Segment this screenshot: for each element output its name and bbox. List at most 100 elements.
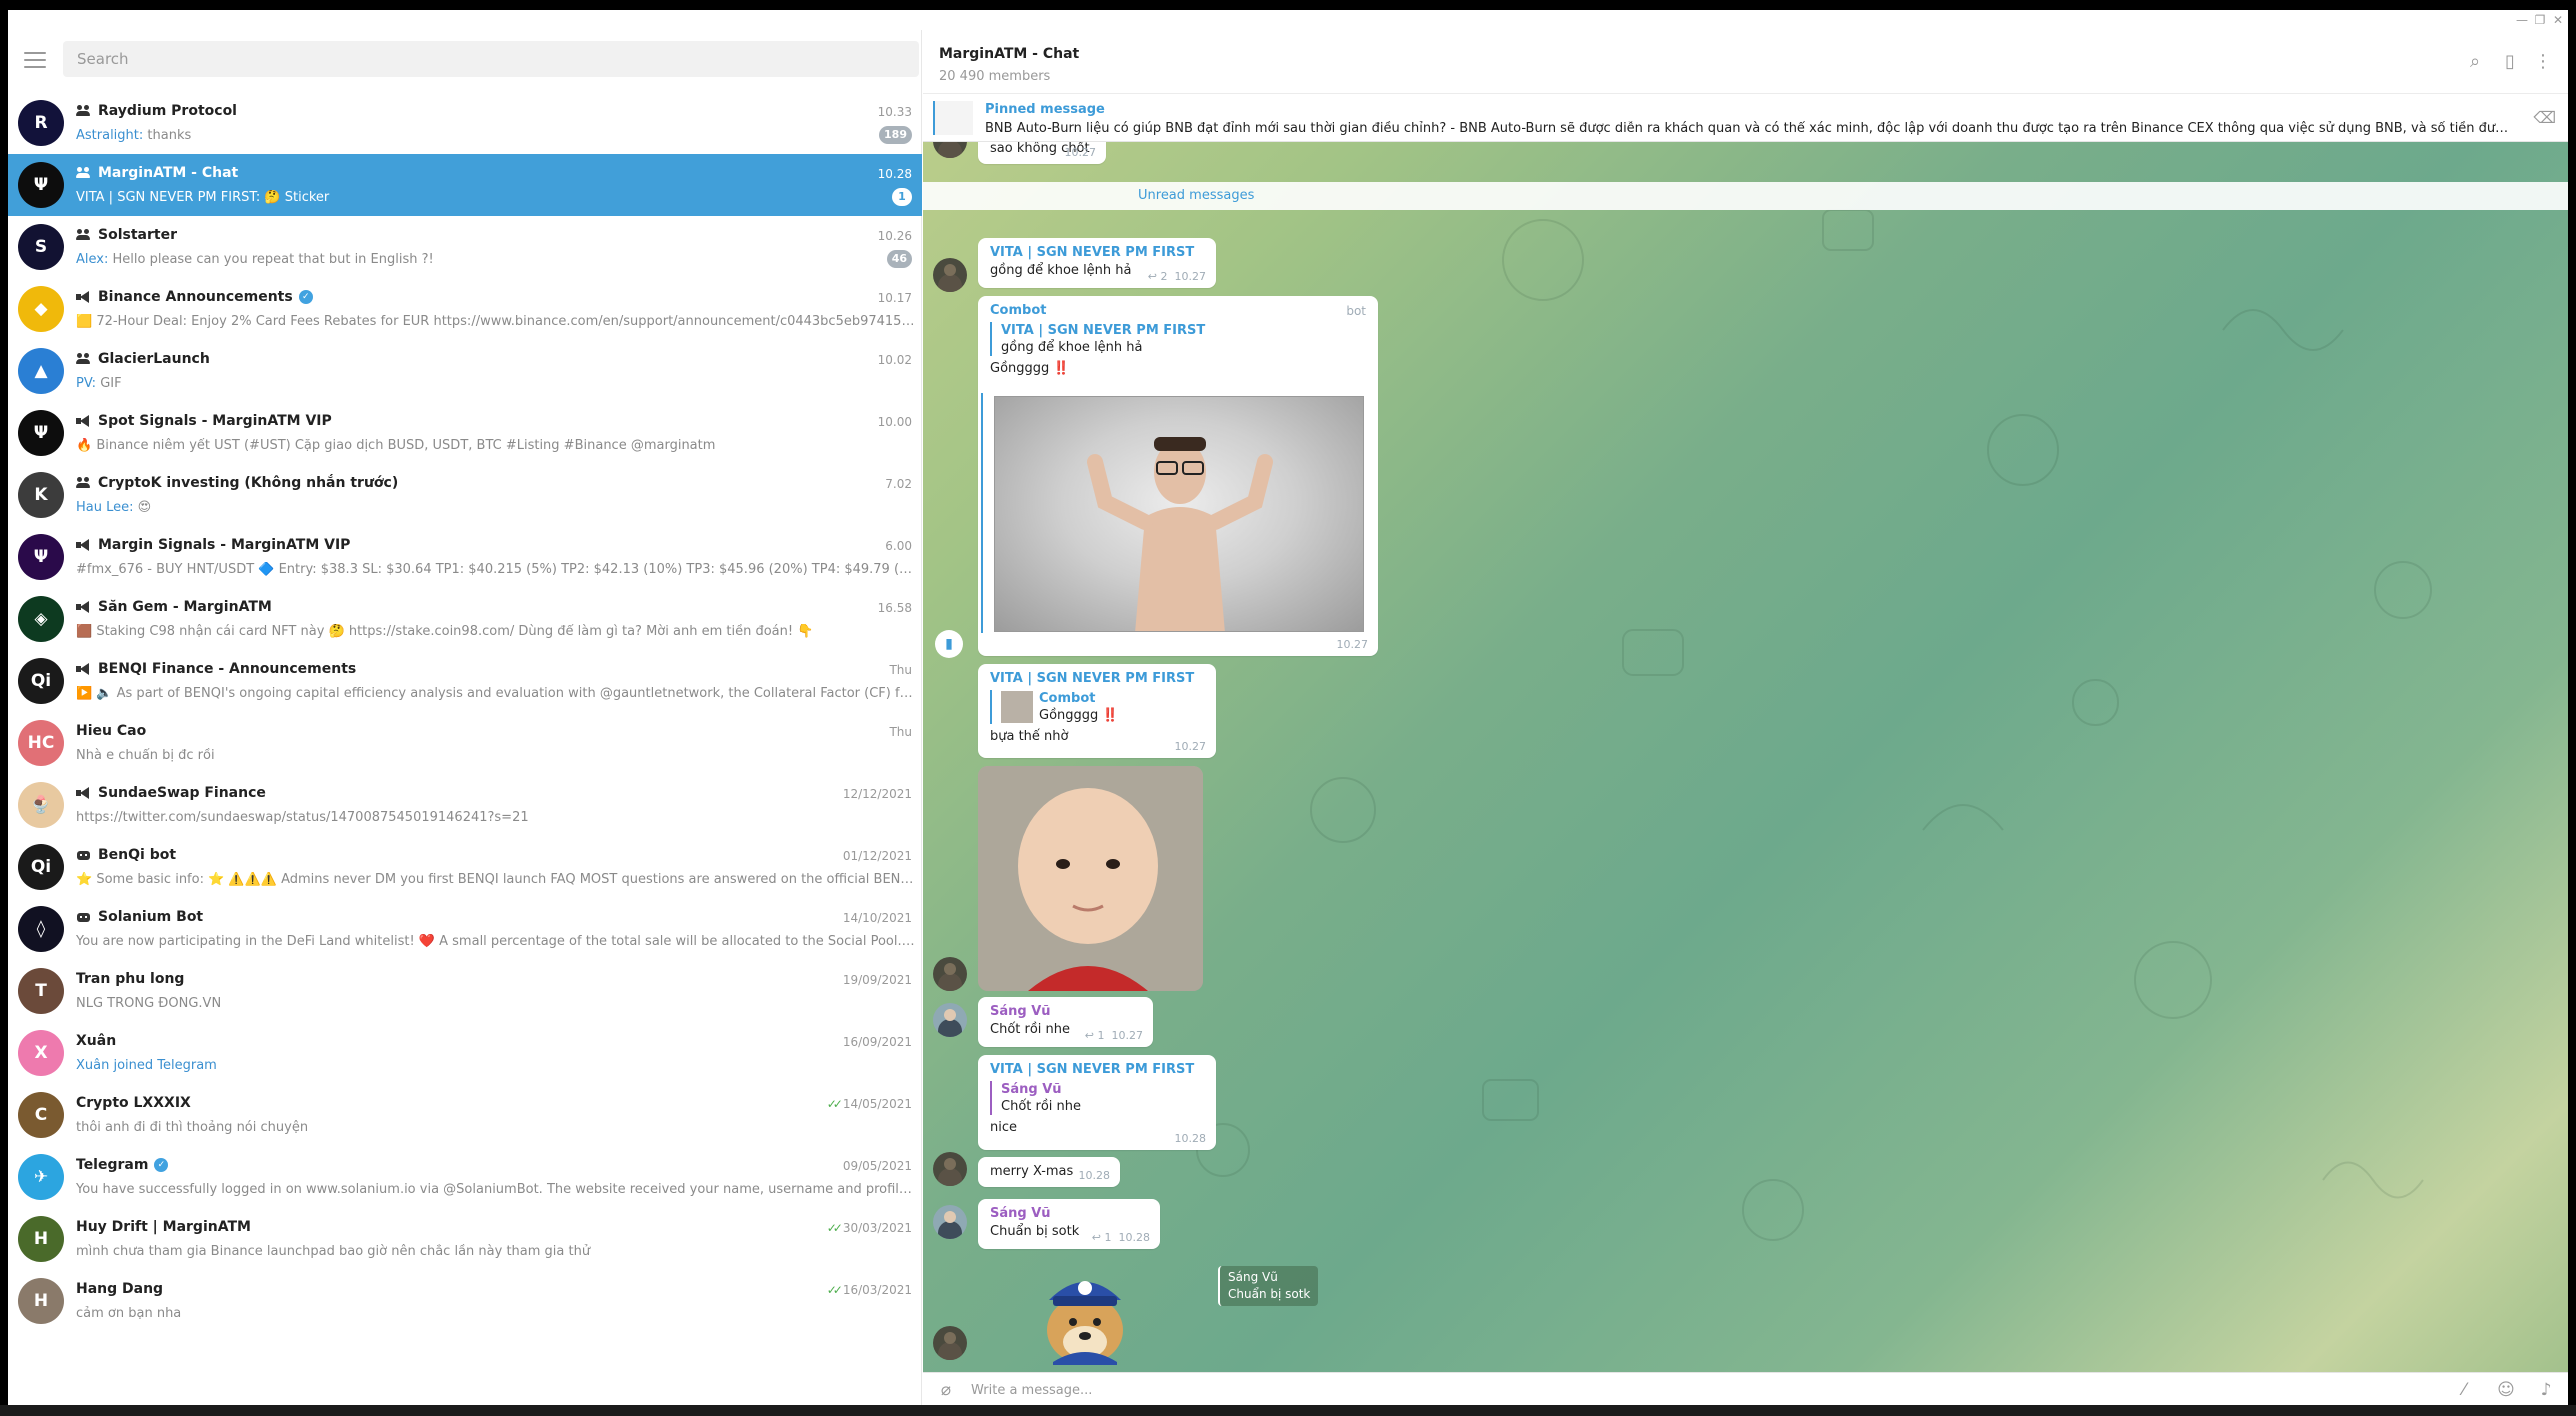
reply-count[interactable]: 1 — [1098, 1029, 1105, 1042]
chat-list-item[interactable]: ✈ Telegram ✓ 09/05/2021 You have successf… — [8, 1146, 922, 1208]
avatar[interactable]: Ψ — [18, 534, 64, 580]
chat-list-item[interactable]: X Xuân 16/09/2021 Xuân joined Telegram — [8, 1022, 922, 1084]
sender-name[interactable]: Sáng Vũ — [990, 1205, 1148, 1223]
chat-list-item[interactable]: Ψ Spot Signals - MarginATM VIP 10.00 🔥 B… — [8, 402, 922, 464]
chat-list-item[interactable]: ◊ Solanium Bot 14/10/2021 You are now pa… — [8, 898, 922, 960]
avatar[interactable]: 🍨 — [18, 782, 64, 828]
chat-list-item[interactable]: C Crypto LXXXIX ✓✓ 14/05/2021 thôi anh đi… — [8, 1084, 922, 1146]
chat-title[interactable]: MarginATM - Chat — [939, 46, 1079, 62]
emoji-icon[interactable]: ☺ — [2495, 1379, 2517, 1401]
avatar[interactable]: Qi — [18, 844, 64, 890]
chat-list-item[interactable]: Qi BENQI Finance - Announcements Thu ▶️ … — [8, 650, 922, 712]
sender-name[interactable]: VITA | SGN NEVER PM FIRST — [990, 1061, 1204, 1079]
sender-name[interactable]: VITA | SGN NEVER PM FIRST — [990, 244, 1204, 262]
chat-preview: 🟨 72-Hour Deal: Enjoy 2% Card Fees Rebat… — [76, 314, 916, 329]
photo-message[interactable] — [978, 766, 1203, 991]
reply-count[interactable]: 1 — [1105, 1231, 1112, 1244]
chat-list-item[interactable]: R Raydium Protocol 10.33 Astralight: tha… — [8, 92, 922, 154]
chat-title: Tran phu long — [76, 971, 184, 987]
commands-icon[interactable]: ⁄ — [2453, 1379, 2475, 1401]
chat-list-item[interactable]: H Hang Dang ✓✓ 16/03/2021 cảm ơn bạn nha — [8, 1270, 922, 1332]
chat-list-item[interactable]: Ψ Margin Signals - MarginATM VIP 6.00 #f… — [8, 526, 922, 588]
search-input[interactable] — [63, 41, 919, 77]
sidebar-toggle-icon[interactable]: ▯ — [2498, 50, 2522, 74]
chat-time: 10.33 — [878, 105, 912, 119]
bot-avatar-icon[interactable]: ▮ — [935, 630, 963, 658]
avatar[interactable]: ▲ — [18, 348, 64, 394]
sender-name[interactable]: Sáng Vũ — [990, 1003, 1141, 1021]
avatar[interactable] — [933, 1152, 967, 1186]
chat-title: Hieu Cao — [76, 723, 146, 739]
avatar[interactable] — [933, 1003, 967, 1037]
avatar[interactable]: H — [18, 1216, 64, 1262]
avatar[interactable] — [933, 142, 967, 158]
menu-icon[interactable] — [24, 52, 46, 68]
avatar[interactable]: H — [18, 1278, 64, 1324]
chat-list-item[interactable]: Qi BenQi bot 01/12/2021 ⭐ Some basic inf… — [8, 836, 922, 898]
avatar[interactable]: C — [18, 1092, 64, 1138]
minimize-icon[interactable]: — — [2514, 12, 2530, 28]
attach-icon[interactable]: ⌀ — [935, 1379, 957, 1401]
sender-name[interactable]: Combot — [990, 302, 1046, 320]
preview-text: Nhà e chuẩn bị đc rồi — [76, 748, 215, 763]
chat-list-item[interactable]: S Solstarter 10.26 Alex: Hello please ca… — [8, 216, 922, 278]
chat-name: Solanium Bot — [98, 909, 204, 925]
avatar[interactable]: Ψ — [18, 410, 64, 456]
avatar[interactable]: K — [18, 472, 64, 518]
avatar[interactable] — [933, 1205, 967, 1239]
sender-name[interactable]: VITA | SGN NEVER PM FIRST — [990, 670, 1204, 688]
chat-time: 7.02 — [885, 477, 912, 491]
reply-text: gồng để khoe lệnh hả — [1001, 340, 1143, 355]
chat-list-item[interactable]: ◈ Săn Gem - MarginATM 16.58 🟫 Staking C9… — [8, 588, 922, 650]
search-icon[interactable]: ⌕ — [2463, 50, 2487, 74]
message-time: 10.27 — [1336, 638, 1369, 651]
chat-title: BENQI Finance - Announcements — [76, 661, 356, 677]
microphone-icon[interactable]: ♪ — [2535, 1379, 2557, 1401]
reply-quote[interactable]: Combot Gồngggg ‼️ — [990, 690, 1204, 724]
bot-icon — [76, 849, 92, 861]
time-text: 10.26 — [877, 229, 912, 243]
avatar[interactable]: ✈ — [18, 1154, 64, 1200]
reply-count[interactable]: 2 — [1161, 270, 1168, 283]
chat-name: Telegram — [76, 1157, 149, 1173]
chat-title: CryptoK investing (Không nhắn trước) — [76, 475, 398, 491]
avatar[interactable] — [933, 957, 967, 991]
avatar[interactable]: HC — [18, 720, 64, 766]
chat-title: Binance Announcements ✓ — [76, 289, 313, 305]
sticker-reply-quote[interactable]: Sáng Vũ Chuẩn bị sotk — [1218, 1266, 1319, 1306]
chat-list-item[interactable]: ▲ GlacierLaunch 10.02 PV: GIF — [8, 340, 922, 402]
maximize-icon[interactable]: ❐ — [2532, 12, 2548, 28]
reply-quote[interactable]: Sáng Vũ Chốt rồi nhe — [990, 1081, 1204, 1115]
time-text: 10.28 — [877, 167, 912, 181]
avatar[interactable]: ◆ — [18, 286, 64, 332]
read-checkmark-icon: ✓✓ — [826, 1283, 843, 1297]
chat-list-item[interactable]: K CryptoK investing (Không nhắn trước) 7… — [8, 464, 922, 526]
avatar[interactable]: T — [18, 968, 64, 1014]
avatar[interactable]: Qi — [18, 658, 64, 704]
unpin-icon[interactable]: ⌫ — [2533, 108, 2556, 127]
more-options-icon[interactable]: ⋮ — [2531, 50, 2555, 74]
chat-list-item[interactable]: 🍨 SundaeSwap Finance 12/12/2021 https://… — [8, 774, 922, 836]
chat-list-item[interactable]: ◆ Binance Announcements ✓ 10.17 🟨 72-Hour… — [8, 278, 922, 340]
avatar[interactable]: ◊ — [18, 906, 64, 952]
message-input[interactable] — [971, 1377, 2371, 1403]
avatar[interactable]: ◈ — [18, 596, 64, 642]
reply-quote[interactable]: VITA | SGN NEVER PM FIRST gồng để khoe l… — [990, 322, 1366, 356]
avatar[interactable]: Ψ — [18, 162, 64, 208]
avatar[interactable]: X — [18, 1030, 64, 1076]
avatar[interactable]: S — [18, 224, 64, 270]
avatar[interactable] — [933, 258, 967, 292]
chat-list-item[interactable]: T Tran phu long 19/09/2021 NLG TRỐNG ĐỒN… — [8, 960, 922, 1022]
chat-list-item[interactable]: H Huy Drift | MarginATM ✓✓ 30/03/2021 mìn… — [8, 1208, 922, 1270]
chat-title: GlacierLaunch — [76, 351, 210, 367]
avatar[interactable]: R — [18, 100, 64, 146]
pinned-thumbnail — [933, 101, 973, 135]
time-text: 14/10/2021 — [842, 911, 912, 925]
avatar[interactable] — [933, 1326, 967, 1360]
photo-message[interactable] — [994, 396, 1364, 632]
pinned-message-bar[interactable]: Pinned message BNB Auto-Burn liệu có giú… — [923, 94, 2568, 142]
close-icon[interactable]: ✕ — [2550, 12, 2566, 28]
sticker-message[interactable] — [1023, 1252, 1143, 1365]
chat-list-item[interactable]: Ψ MarginATM - Chat 10.28 VITA | SGN NEVE… — [8, 154, 922, 216]
chat-list-item[interactable]: HC Hieu Cao Thu Nhà e chuẩn bị đc rồi — [8, 712, 922, 774]
